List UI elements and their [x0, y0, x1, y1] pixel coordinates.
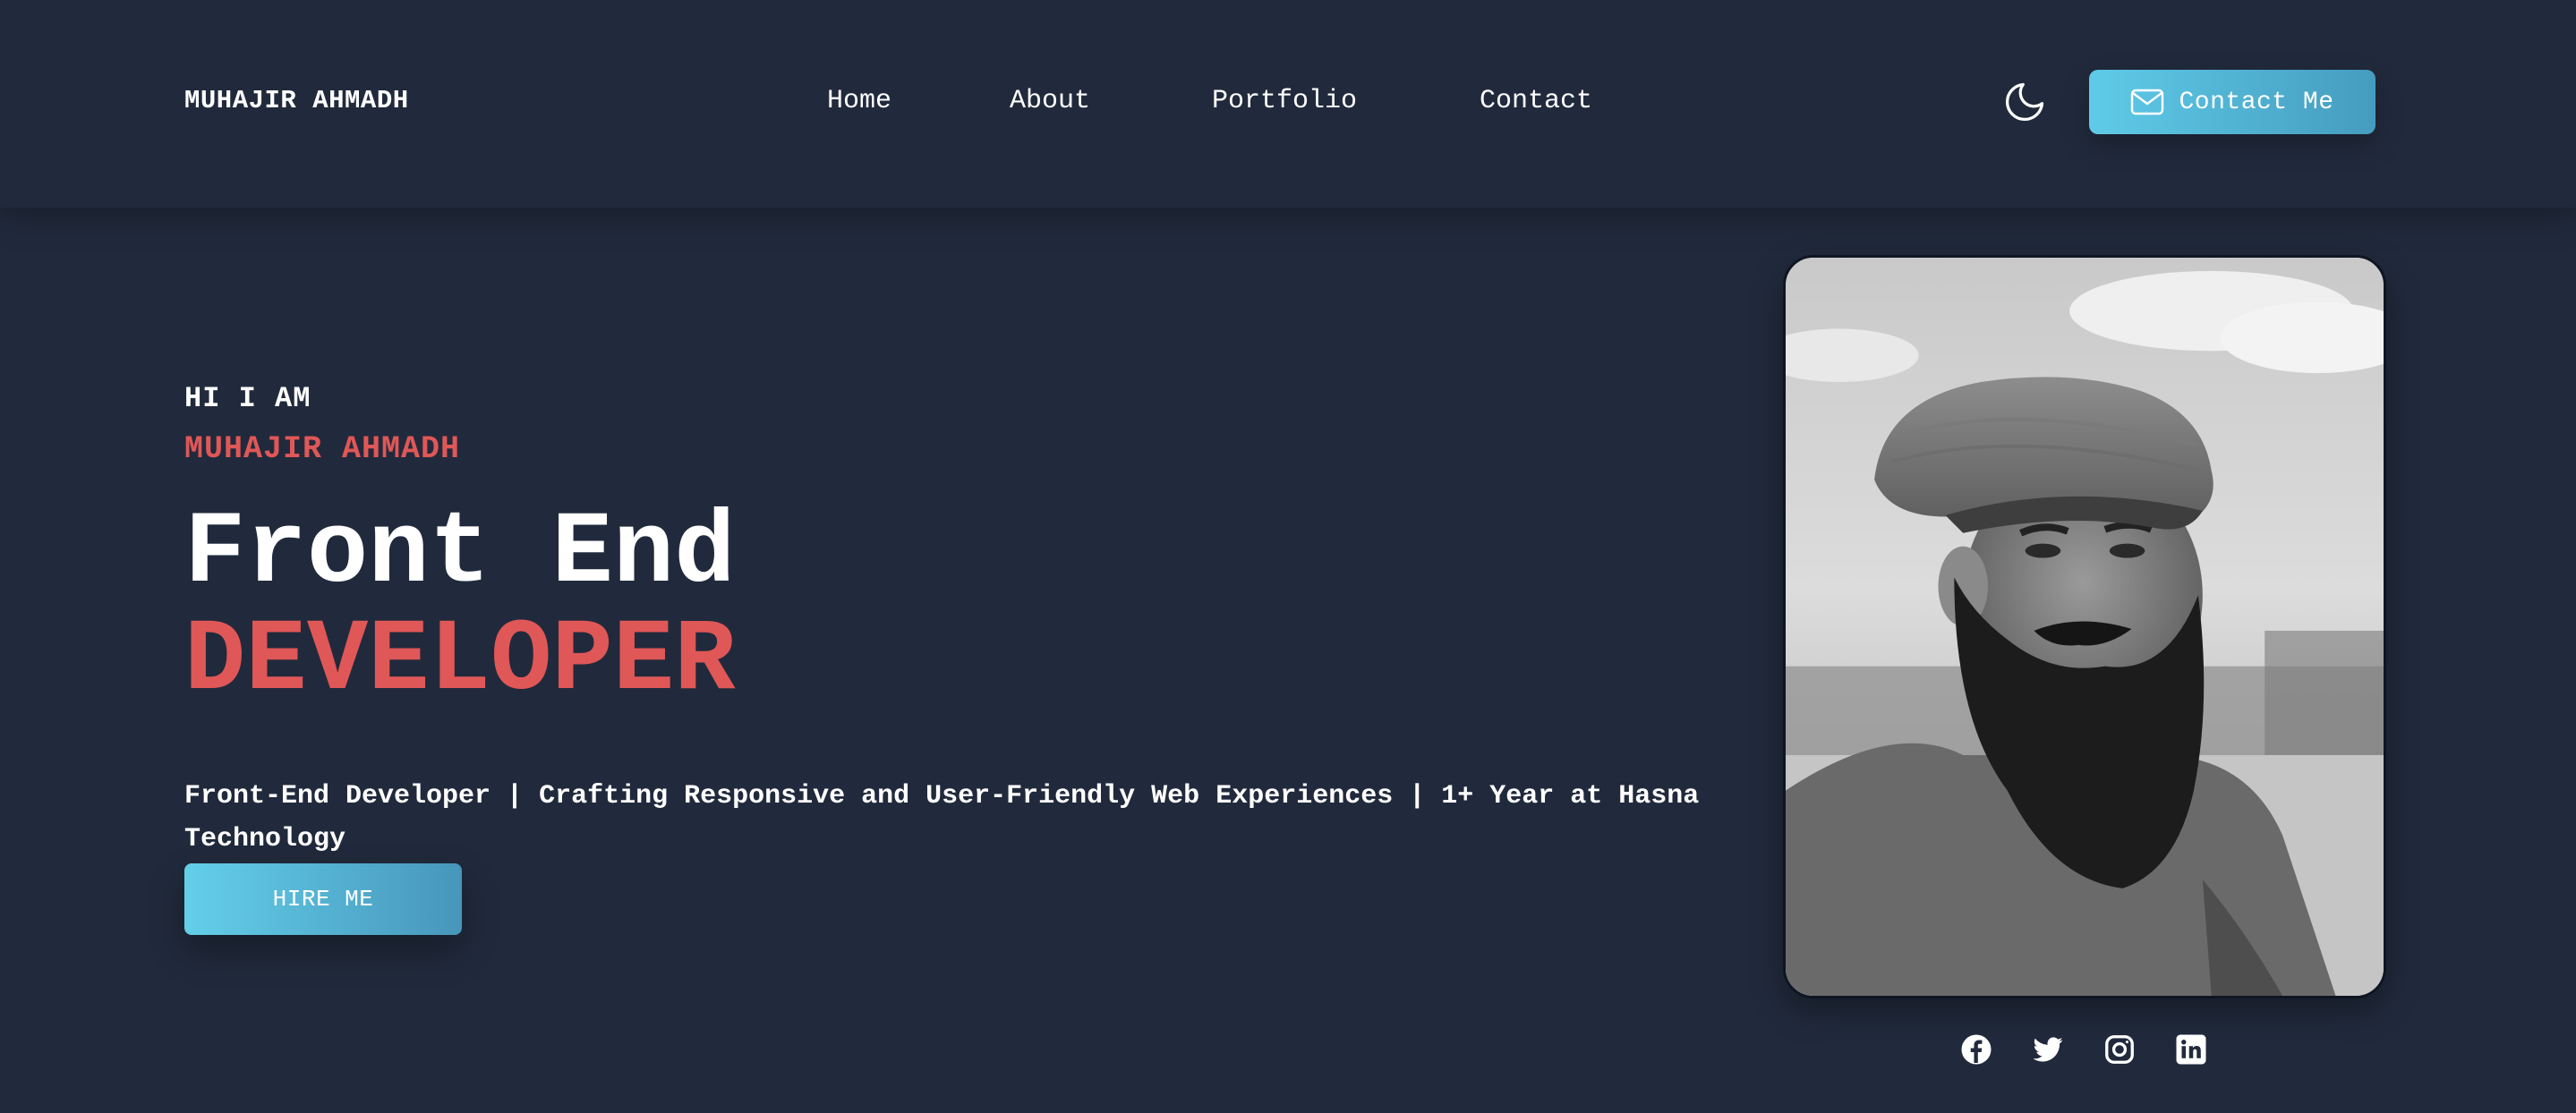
social-links — [1960, 1033, 2211, 1066]
nav-link-contact[interactable]: Contact — [1480, 84, 1592, 118]
nav-link-portfolio[interactable]: Portfolio — [1212, 84, 1357, 118]
profile-photo — [1783, 255, 2386, 998]
instagram-icon — [2105, 1035, 2134, 1064]
facebook-link[interactable] — [1960, 1033, 1992, 1066]
hire-me-button[interactable]: HIRE ME — [184, 863, 462, 935]
nav-link-home[interactable]: Home — [827, 84, 891, 118]
contact-me-label: Contact Me — [2179, 88, 2334, 116]
linkedin-icon — [2176, 1034, 2206, 1065]
contact-me-button[interactable]: Contact Me — [2089, 70, 2376, 134]
hero-role-line-1: Front End — [184, 497, 736, 612]
instagram-link[interactable] — [2103, 1033, 2136, 1066]
mail-icon — [2131, 89, 2164, 115]
theme-toggle-button[interactable] — [2001, 79, 2048, 125]
site-header: MUHAJIR AHMADH Home About Portfolio Cont… — [0, 0, 2576, 208]
twitter-link[interactable] — [2032, 1033, 2064, 1066]
hero-role-line-2: DEVELOPER — [184, 604, 736, 719]
linkedin-link[interactable] — [2175, 1033, 2207, 1066]
facebook-icon — [1961, 1034, 1992, 1065]
nav-link-about[interactable]: About — [1010, 84, 1090, 118]
hero-greeting: HI I AM — [184, 382, 311, 415]
hero-tagline: Front-End Developer | Crafting Responsiv… — [184, 781, 1700, 854]
twitter-icon — [2033, 1037, 2063, 1062]
hero-name: MUHAJIR AHMADH — [184, 431, 461, 467]
moon-icon — [2005, 82, 2044, 122]
